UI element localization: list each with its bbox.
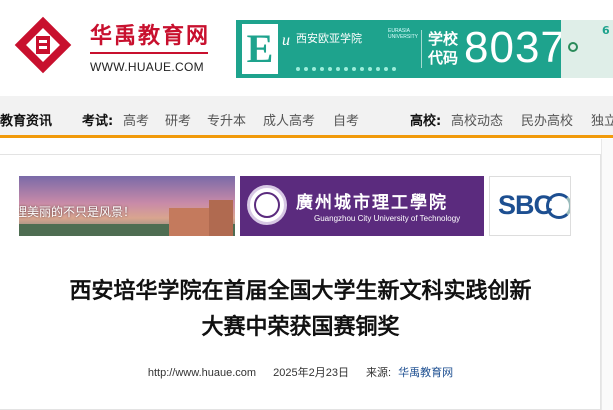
- sbc-logo-text: SBC: [498, 190, 553, 220]
- nav-item-zhuanshengben[interactable]: 专升本: [207, 110, 246, 129]
- banner-school-code: 8037: [464, 23, 566, 72]
- site-name[interactable]: 华禹教育网: [90, 18, 210, 50]
- nav-item-gaokao[interactable]: 高考: [123, 110, 149, 129]
- gcu-name-cn: 廣州城市理工學院: [296, 193, 448, 213]
- ad-banner-scenery[interactable]: 理美丽的不只是风景！: [19, 176, 235, 236]
- article-url[interactable]: http://www.huaue.com: [148, 367, 256, 379]
- nav-label-colleges: 高校:: [410, 114, 442, 129]
- banner-school-name-en: EURASIA UNIVERSITY: [388, 28, 419, 40]
- banner-logo-letter-u: u: [282, 32, 290, 49]
- banner-logo-letter: E: [242, 24, 278, 74]
- site-url[interactable]: WWW.HUAUE.COM: [90, 60, 204, 74]
- ad1-building-tower: [209, 200, 233, 236]
- gcu-name-en: Guangzhou City University of Technology: [314, 214, 461, 223]
- banner-divider: [421, 30, 422, 68]
- sbc-globe-icon: [546, 193, 570, 219]
- scrollbar[interactable]: [601, 139, 613, 410]
- article-date: 2025年2月23日: [273, 367, 349, 379]
- banner-right-text: 6: [602, 24, 610, 37]
- gcu-seal-inner: [254, 192, 280, 218]
- banner-leaf-icon: [568, 42, 578, 52]
- article-source[interactable]: 华禹教育网: [398, 367, 453, 379]
- nav-item-college-news[interactable]: 高校动态: [451, 110, 503, 129]
- site-header: 华禹教育网 WWW.HUAUE.COM E u 西安欧亚学院 EURASIA U…: [0, 0, 613, 96]
- ad-banner-gcu[interactable]: 廣州城市理工學院 Guangzhou City University of Te…: [240, 176, 484, 236]
- nav-item-adult-gaokao[interactable]: 成人高考: [263, 110, 315, 129]
- huaue-logo-icon[interactable]: [14, 16, 72, 74]
- nav-item-news[interactable]: 教育资讯: [0, 110, 52, 129]
- banner-decoration: [296, 56, 416, 71]
- article-source-label: 来源:: [366, 367, 392, 379]
- nav-label-exams: 考试:: [82, 114, 114, 129]
- banner-code-label: 学校代码: [428, 30, 459, 67]
- article-meta: http://www.huaue.com 2025年2月23日 来源: 华禹教育…: [0, 364, 601, 380]
- banner-school-name: 西安欧亚学院: [296, 32, 362, 45]
- logo-divider: [90, 52, 208, 54]
- article-title-line2: 大赛中荣获国赛铜奖: [201, 315, 400, 340]
- article-title: 西安培华学院在首届全国大学生新文科实践创新 大赛中荣获国赛铜奖: [0, 274, 601, 346]
- main-nav: 教育资讯 考试: 高考 研考 专升本 成人高考 自考 高校: 高校动态 民办高校…: [0, 96, 613, 138]
- nav-item-zikao[interactable]: 自考: [333, 110, 359, 129]
- nav-item-independent[interactable]: 独立: [591, 110, 613, 129]
- ad-banner-sbc[interactable]: SBC: [489, 176, 571, 236]
- header-banner-ad[interactable]: E u 西安欧亚学院 EURASIA UNIVERSITY 学校代码 8037 …: [236, 20, 613, 78]
- article-title-line1: 西安培华学院在首届全国大学生新文科实践创新: [69, 279, 532, 304]
- nav-item-yankao[interactable]: 研考: [165, 110, 191, 129]
- nav-item-private-colleges[interactable]: 民办高校: [521, 110, 573, 129]
- ad1-slogan: 理美丽的不只是风景！: [19, 205, 136, 219]
